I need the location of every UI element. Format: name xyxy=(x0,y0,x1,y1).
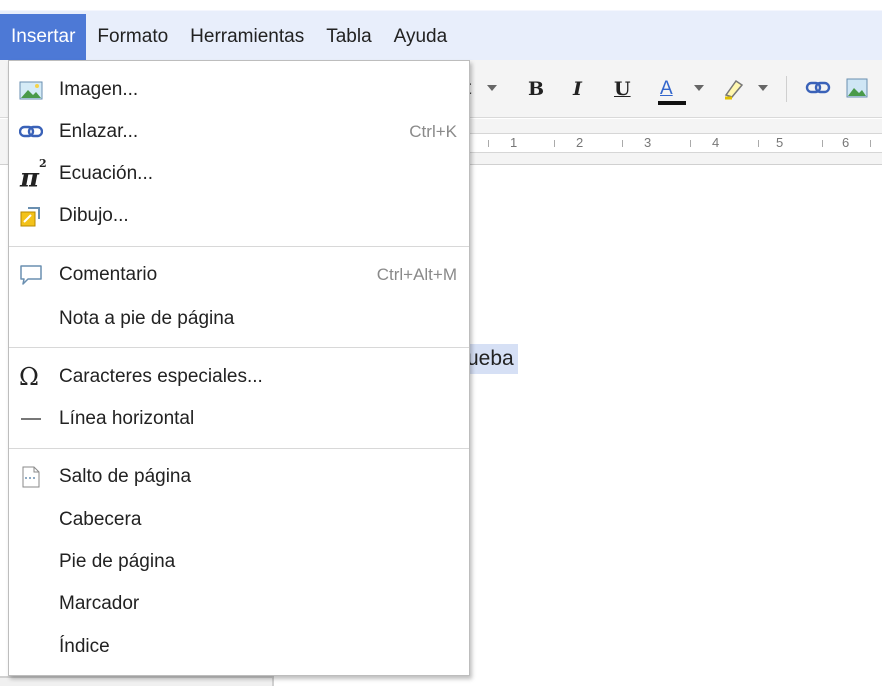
menu-item-comentario[interactable]: Comentario Ctrl+Alt+M xyxy=(9,256,469,294)
ruler-tick xyxy=(622,140,623,147)
menubar-items: Insertar Formato Herramientas Tabla Ayud… xyxy=(0,14,458,60)
menu-item-enlazar[interactable]: Enlazar... Ctrl+K xyxy=(9,113,469,151)
ruler-number: 1 xyxy=(510,135,518,150)
text-color-swatch xyxy=(658,101,686,105)
toolbar-link-icon[interactable] xyxy=(805,80,831,96)
menu-item-label: Salto de página xyxy=(59,466,192,487)
menu-divider xyxy=(9,448,469,449)
menu-item-label: Comentario xyxy=(59,264,158,285)
image-icon xyxy=(19,81,43,100)
menu-item-caracteres-especiales[interactable]: Ω Caracteres especiales... xyxy=(9,358,469,396)
selected-document-text[interactable]: ueba xyxy=(465,344,518,374)
menu-item-label: Pie de página xyxy=(59,551,176,572)
menu-item-label: Imagen... xyxy=(59,79,139,100)
menu-ayuda[interactable]: Ayuda xyxy=(383,14,459,60)
menu-tabla[interactable]: Tabla xyxy=(315,14,382,60)
ruler-tick xyxy=(690,140,691,147)
menubar: Insertar Formato Herramientas Tabla Ayud… xyxy=(0,0,882,60)
highlight-icon[interactable] xyxy=(722,75,748,101)
status-edge xyxy=(0,676,274,686)
text-color-dropdown-icon[interactable] xyxy=(694,85,704,93)
menu-herramientas[interactable]: Herramientas xyxy=(179,14,315,60)
link-icon xyxy=(19,125,43,138)
page-break-icon xyxy=(22,466,40,488)
bold-button[interactable]: B xyxy=(528,77,544,101)
ruler-number: 2 xyxy=(576,135,584,150)
menu-divider xyxy=(9,246,469,247)
ruler-tick xyxy=(554,140,555,147)
horizontal-line-icon xyxy=(19,407,43,431)
menu-item-nota-pie[interactable]: Nota a pie de página xyxy=(9,300,469,338)
text-color-button[interactable]: A xyxy=(660,77,673,101)
menu-item-salto-pagina[interactable]: Salto de página xyxy=(9,458,469,496)
ruler-number: 6 xyxy=(842,135,850,150)
toolbar-separator xyxy=(786,76,787,102)
equation-icon: π2 xyxy=(20,157,47,194)
ruler-number: 3 xyxy=(644,135,652,150)
menu-insertar[interactable]: Insertar xyxy=(0,14,87,60)
menu-formato[interactable]: Formato xyxy=(86,14,179,60)
menu-item-marcador[interactable]: Marcador xyxy=(9,585,469,623)
drawing-icon xyxy=(20,207,40,227)
ruler-tick xyxy=(870,140,871,147)
menu-item-label: Enlazar... xyxy=(59,121,139,142)
menu-item-imagen[interactable]: Imagen... xyxy=(9,71,469,109)
ruler-number: 4 xyxy=(712,135,720,150)
font-size-dropdown-icon[interactable] xyxy=(487,85,497,93)
menu-item-label: Dibujo... xyxy=(59,205,129,226)
ruler-strip: 1 2 3 4 5 6 xyxy=(470,133,882,153)
menu-item-label: Marcador xyxy=(59,593,140,614)
italic-button[interactable]: I xyxy=(573,77,582,101)
comment-icon xyxy=(20,265,42,285)
toolbar-image-icon[interactable] xyxy=(846,78,868,98)
menu-item-label: Caracteres especiales... xyxy=(59,366,263,387)
menu-item-ecuacion[interactable]: π2 Ecuación... xyxy=(9,155,469,193)
insert-menu: Imagen... Enlazar... Ctrl+K π2 Ecuación.… xyxy=(8,60,470,676)
menu-item-cabecera[interactable]: Cabecera xyxy=(9,501,469,539)
highlight-dropdown-icon[interactable] xyxy=(758,85,768,93)
menu-item-dibujo[interactable]: Dibujo... xyxy=(9,197,469,235)
menu-item-label: Nota a pie de página xyxy=(59,308,235,329)
ruler-number: 5 xyxy=(776,135,784,150)
menu-item-pie-pagina[interactable]: Pie de página xyxy=(9,543,469,581)
menu-item-label: Índice xyxy=(59,636,110,657)
menu-item-indice[interactable]: Índice xyxy=(9,628,469,666)
omega-icon: Ω xyxy=(19,363,39,391)
menu-item-label: Ecuación... xyxy=(59,163,153,184)
underline-button[interactable]: U xyxy=(614,77,631,101)
menu-divider xyxy=(9,347,469,348)
shortcut-label: Ctrl+Alt+M xyxy=(376,265,457,284)
menu-item-label: Cabecera xyxy=(59,509,142,530)
menu-item-label: Línea horizontal xyxy=(59,408,195,429)
shortcut-label: Ctrl+K xyxy=(409,122,457,141)
ruler-tick xyxy=(822,140,823,147)
ruler-tick xyxy=(758,140,759,147)
menu-item-linea-horizontal[interactable]: Línea horizontal xyxy=(9,400,469,438)
ruler-tick xyxy=(488,140,489,147)
